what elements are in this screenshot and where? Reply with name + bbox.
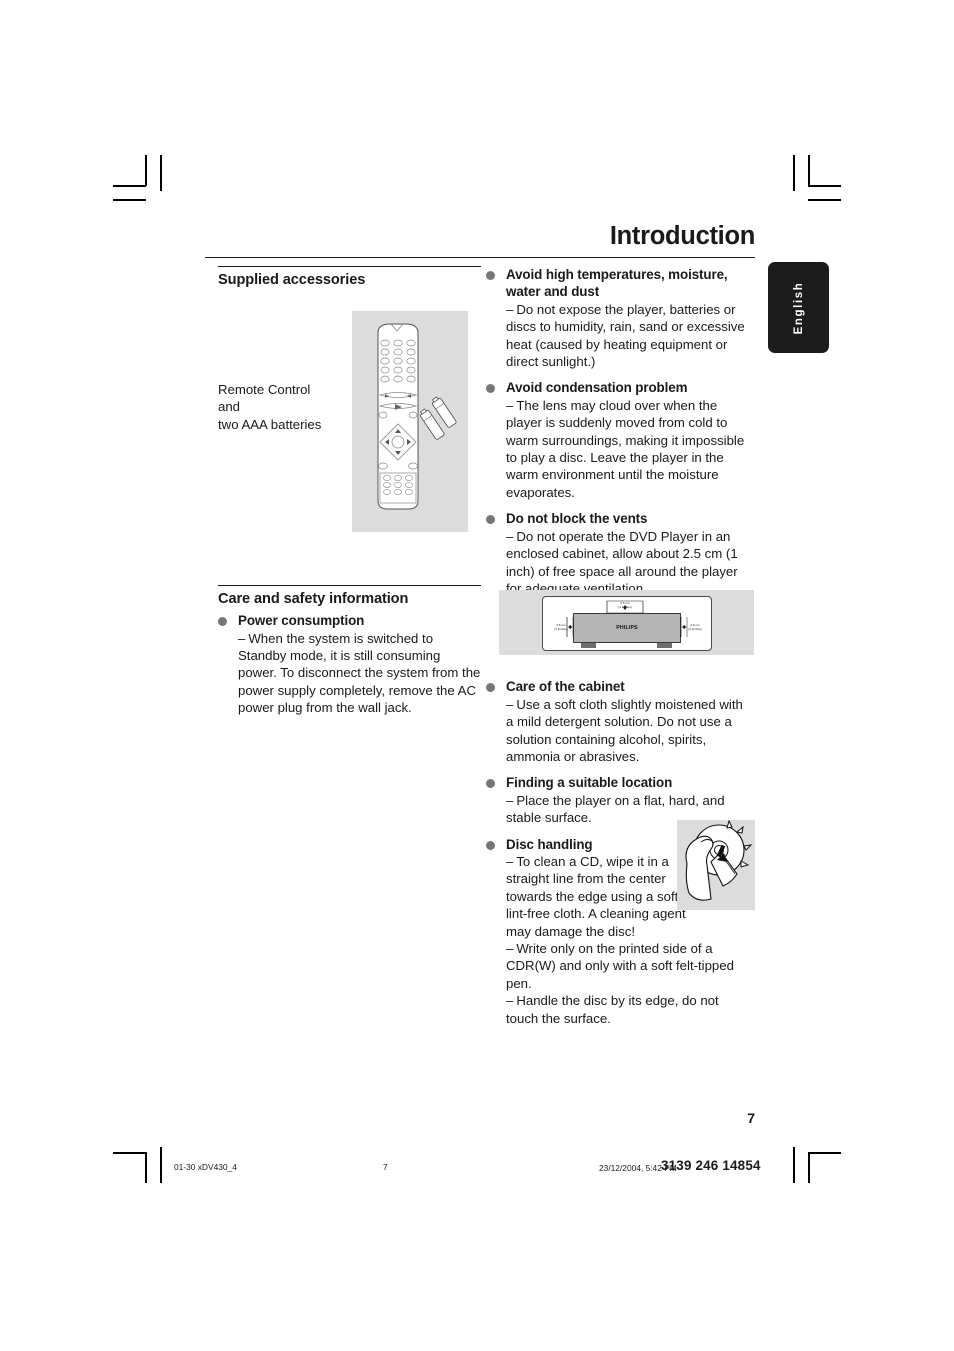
entry-body-text: Do not expose the player, batteries or d… bbox=[506, 301, 745, 370]
crop-mark-bottom-left-h bbox=[113, 1152, 146, 1154]
entry-title: Power consumption bbox=[238, 613, 365, 629]
language-tab-english: English bbox=[768, 262, 829, 353]
crop-mark-top-right-v2 bbox=[793, 155, 795, 191]
aaa-batteries bbox=[419, 396, 457, 440]
footer-filename: 01-30 xDV430_4 bbox=[174, 1162, 237, 1172]
crop-mark-top-left-h bbox=[113, 185, 146, 187]
entry-body-text: Do not operate the DVD Player in an encl… bbox=[506, 528, 738, 596]
bullet-icon bbox=[486, 779, 495, 789]
crop-mark-bottom-left-v2 bbox=[160, 1147, 162, 1183]
bullet-icon bbox=[486, 384, 495, 394]
dash-marker: – bbox=[506, 993, 514, 1009]
entry-body-text: Use a soft cloth slightly moistened with… bbox=[506, 696, 743, 764]
entry-title: Do not block the vents bbox=[506, 511, 648, 527]
page-number: 7 bbox=[747, 1110, 755, 1126]
remote-control-caption: Remote Control and two AAA batteries bbox=[218, 381, 348, 433]
crop-mark-top-left-h2 bbox=[113, 199, 146, 201]
supplied-accessories-heading: Supplied accessories bbox=[218, 272, 366, 289]
bullet-icon bbox=[486, 683, 495, 693]
dash-marker: – bbox=[506, 696, 514, 712]
entry-body-text: The lens may cloud over when the player … bbox=[506, 397, 745, 500]
crop-mark-top-left-v2 bbox=[160, 155, 162, 191]
dash-marker: – bbox=[506, 941, 514, 956]
supplied-accessories-rule bbox=[218, 266, 481, 268]
remote-caption-line3: two AAA batteries bbox=[218, 416, 322, 432]
language-tab-label: English bbox=[792, 281, 805, 334]
crop-mark-top-right-h bbox=[808, 185, 841, 187]
crop-mark-top-right-h2 bbox=[808, 199, 841, 201]
crop-mark-bottom-right-v bbox=[808, 1152, 810, 1183]
entry-body-3: – Handle the disc by its edge, do not tou… bbox=[506, 992, 749, 1027]
entry-body: – Do not expose the player, batteries or … bbox=[506, 301, 749, 371]
right-clearance-label: 2.5 cm (1 inches) bbox=[683, 623, 707, 631]
crop-mark-bottom-right-h bbox=[808, 1152, 841, 1154]
entry-body-text: To clean a CD, wipe it in a straight lin… bbox=[506, 853, 686, 939]
care-safety-heading: Care and safety information bbox=[218, 590, 409, 607]
dash-marker: – bbox=[238, 630, 246, 646]
bullet-icon bbox=[218, 617, 227, 627]
footer-page-number: 7 bbox=[383, 1162, 388, 1172]
entry-body: – To clean a CD, wipe it in a straight li… bbox=[506, 853, 692, 940]
crop-mark-bottom-left-v bbox=[145, 1152, 147, 1183]
title-divider bbox=[205, 257, 755, 259]
bullet-icon bbox=[486, 271, 495, 280]
top-clearance-unit: (1 inches) bbox=[618, 605, 632, 610]
crop-mark-top-right-v bbox=[808, 155, 810, 186]
left-clearance-label: 2.5 cm (1 inches) bbox=[549, 623, 573, 631]
dash-marker: – bbox=[506, 301, 514, 317]
entry-title: Finding a suitable location bbox=[506, 775, 673, 791]
remote-caption-line2: and bbox=[218, 399, 241, 415]
remote-control-illustration bbox=[377, 323, 457, 510]
dash-marker: – bbox=[506, 792, 514, 808]
bullet-icon bbox=[486, 840, 495, 850]
entry-title: Avoid high temperatures, moisture, water… bbox=[506, 267, 728, 300]
crop-mark-bottom-right-v2 bbox=[793, 1147, 795, 1183]
entry-power-consumption: Power consumption – When the system is sw… bbox=[218, 612, 481, 716]
entry-avoid-condensation: Avoid condensation problem – The lens may… bbox=[486, 379, 749, 501]
cabinet-outline: PHILIPS 2.5 cm (1 inches) 2.5 cm (1 inch… bbox=[542, 596, 712, 651]
top-clearance-label: 2.5 cm (1 inches) bbox=[607, 601, 643, 609]
entry-title: Care of the cabinet bbox=[506, 679, 625, 695]
supplied-accessories-image bbox=[352, 311, 468, 532]
dash-marker: – bbox=[506, 528, 514, 544]
entry-body-text: When the system is switched to Standby m… bbox=[238, 630, 481, 716]
crop-mark-top-left-v bbox=[145, 155, 147, 186]
entry-body-text-3: Handle the disc by its edge, do not touc… bbox=[506, 993, 719, 1026]
entry-avoid-high-temperatures: Avoid high temperatures, moisture, water… bbox=[486, 266, 749, 370]
care-safety-rule bbox=[218, 584, 481, 586]
entry-finding-suitable-location: Finding a suitable location – Place the p… bbox=[486, 774, 749, 826]
entry-body: – Do not operate the DVD Player in an enc… bbox=[506, 528, 749, 598]
entry-body: – Use a soft cloth slightly moistened wit… bbox=[506, 696, 749, 766]
left-clearance-unit: (1 inches) bbox=[554, 627, 568, 632]
disc-handling-image bbox=[677, 819, 755, 910]
dash-marker: – bbox=[506, 853, 514, 869]
entry-do-not-block-vents: Do not block the vents – Do not operate t… bbox=[486, 510, 749, 597]
entry-body: – When the system is switched to Standby … bbox=[238, 630, 481, 717]
footer-document-code: 3139 246 14854 bbox=[661, 1158, 761, 1173]
entry-care-of-cabinet: Care of the cabinet – Use a soft cloth sl… bbox=[486, 678, 749, 765]
disc-cleaning-illustration bbox=[685, 819, 753, 901]
entry-body-text-2: Write only on the printed side of a CDR(… bbox=[506, 941, 734, 991]
entry-title: Avoid condensation problem bbox=[506, 380, 688, 396]
ventilation-clearance-diagram: PHILIPS 2.5 cm (1 inches) 2.5 cm (1 inch… bbox=[499, 590, 754, 655]
dash-marker: – bbox=[506, 397, 514, 413]
page-title: Introduction bbox=[609, 222, 755, 250]
bullet-icon bbox=[486, 515, 495, 525]
remote-caption-line1: Remote Control bbox=[218, 382, 311, 397]
entry-body: – The lens may cloud over when the player… bbox=[506, 397, 749, 501]
entry-body-2: – Write only on the printed side of a CDR… bbox=[506, 940, 749, 992]
right-clearance-unit: (1 inches) bbox=[688, 627, 702, 632]
